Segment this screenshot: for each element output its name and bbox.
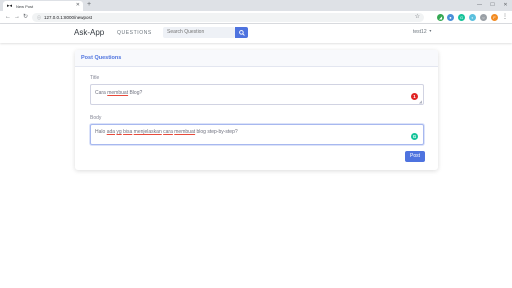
search-input[interactable]	[163, 27, 235, 38]
browser-toolbar: ← → ↻ ⓘ 127.0.0.1:8000/newpost ☆ ◢ ● G ◐…	[0, 11, 512, 24]
grammar-error-badge[interactable]: 1	[411, 93, 418, 100]
brand-logo[interactable]: Ask-App	[74, 28, 104, 37]
app-navbar: Ask-App QUESTIONS test12▼	[0, 24, 512, 43]
extension-5-icon[interactable]: ○	[480, 14, 487, 21]
search-icon	[238, 29, 245, 36]
body-field[interactable]: Halo ada yg bisa menjelaskan cara membua…	[90, 124, 424, 145]
reload-icon[interactable]: ↻	[23, 13, 28, 21]
browser-tab[interactable]: ▸◂ New Post ✕	[3, 1, 83, 11]
tab-title: New Post	[16, 3, 34, 9]
extension-4-icon[interactable]: ◐	[469, 14, 476, 21]
extension-3-icon[interactable]: G	[458, 14, 465, 21]
tab-favicon-icon: ▸◂	[7, 3, 13, 9]
minimize-button[interactable]: —	[473, 0, 486, 11]
site-info-icon[interactable]: ⓘ	[37, 15, 41, 21]
address-bar[interactable]: ⓘ 127.0.0.1:8000/newpost ☆	[32, 13, 424, 22]
user-dropdown[interactable]: test12 ▼	[413, 29, 432, 35]
new-tab-button[interactable]: +	[87, 1, 91, 9]
card-title: Post Questions	[81, 55, 122, 61]
card-header: Post Questions	[75, 50, 438, 67]
close-window-button[interactable]: ✕	[499, 0, 512, 11]
extension-2-icon[interactable]: ●	[447, 14, 454, 21]
title-field[interactable]: Cara membuat Blog? 1 ◢	[90, 84, 424, 105]
maximize-button[interactable]: ☐	[486, 0, 499, 11]
body-value: Halo ada yg bisa menjelaskan cara membua…	[95, 129, 238, 135]
tab-close-icon[interactable]: ✕	[76, 3, 80, 8]
profile-avatar[interactable]: F	[491, 14, 498, 21]
grammarly-icon[interactable]: G	[411, 133, 418, 140]
back-icon[interactable]: ←	[5, 13, 11, 21]
body-label: Body	[90, 115, 102, 121]
url-text: 127.0.0.1:8000/newpost	[44, 15, 93, 20]
caret-down-icon: ▼	[428, 29, 433, 33]
window-controls: — ☐ ✕	[473, 0, 512, 11]
forward-icon[interactable]: →	[14, 13, 20, 21]
nav-questions-link[interactable]: QUESTIONS	[117, 30, 152, 36]
search-button[interactable]	[235, 27, 248, 38]
username: test12	[413, 29, 427, 35]
post-button[interactable]: Post	[405, 151, 425, 162]
browser-menu-icon[interactable]: ⋮	[502, 13, 508, 22]
post-question-card: Post Questions Title Cara membuat Blog? …	[75, 50, 438, 170]
browser-tabstrip: ▸◂ New Post ✕ + — ☐ ✕	[0, 0, 512, 11]
resize-handle-icon[interactable]: ◢	[419, 100, 422, 104]
bookmark-star-icon[interactable]: ☆	[415, 13, 420, 22]
extension-1-icon[interactable]: ◢	[437, 14, 444, 21]
title-value: Cara membuat Blog?	[95, 90, 143, 96]
title-label: Title	[90, 75, 100, 81]
